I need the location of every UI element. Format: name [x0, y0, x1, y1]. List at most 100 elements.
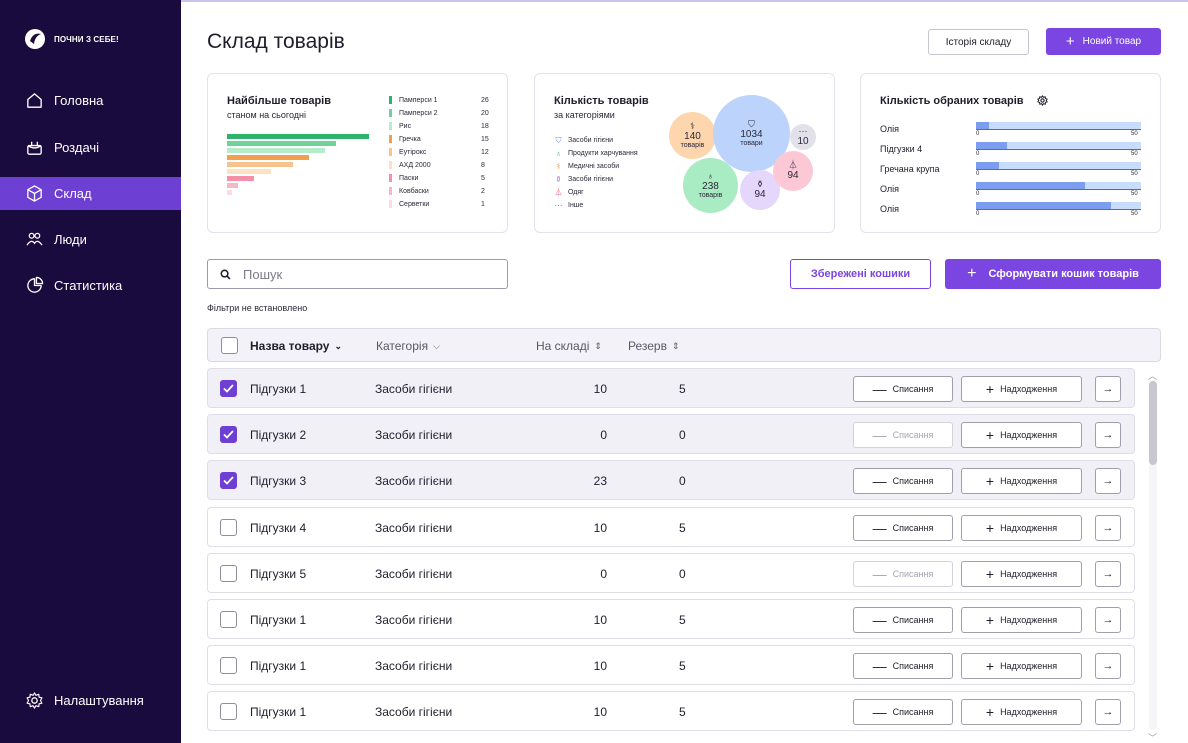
category-bubble-value: 140: [684, 131, 701, 142]
open-item-button[interactable]: →: [1095, 653, 1121, 680]
item-stock: 0: [600, 566, 607, 581]
open-item-button[interactable]: →: [1095, 514, 1121, 541]
item-category: Засоби гігієни: [375, 428, 453, 443]
table-row[interactable]: Підгузки 1 Засоби гігієни 10 5 — Списання + Над…: [207, 645, 1135, 686]
legend-value: 15: [481, 135, 489, 143]
row-checkbox[interactable]: [220, 657, 237, 675]
open-item-button[interactable]: →: [1095, 560, 1121, 587]
table-row[interactable]: Підгузки 5 Засоби гігієни 0 0 — Списання + Надх…: [207, 552, 1135, 593]
sidebar-item-statistics[interactable]: Статистика: [0, 269, 181, 302]
writeoff-button[interactable]: — Списання: [853, 607, 953, 633]
axis-max-label: 50: [1131, 171, 1138, 177]
open-item-button[interactable]: →: [1095, 422, 1121, 449]
open-item-button[interactable]: →: [1095, 607, 1121, 633]
minus-icon: —: [872, 612, 887, 628]
brand-logo[interactable]: ПОЧНИ З СЕБЕ!: [24, 28, 119, 50]
category-bubble[interactable]: ··· 10: [790, 124, 816, 150]
writeoff-button[interactable]: — Списання: [853, 514, 953, 541]
category-bubble-value: 10: [797, 136, 809, 147]
bar: [227, 141, 336, 146]
plus-icon: +: [985, 473, 995, 490]
category-label: Одяг: [568, 188, 584, 196]
column-category-header[interactable]: Категорія ⌵: [376, 339, 440, 353]
open-item-button[interactable]: →: [1095, 376, 1121, 402]
axis-min-label: 0: [976, 211, 980, 217]
table-row[interactable]: Підгузки 4 Засоби гігієни 10 5 — Списання + Над…: [207, 506, 1135, 547]
row-checkbox[interactable]: [220, 564, 237, 582]
item-reserve: 0: [679, 474, 686, 489]
legend-value: 2: [481, 187, 485, 195]
sidebar-item-people[interactable]: Люди: [0, 223, 181, 256]
row-checkbox[interactable]: [220, 380, 237, 397]
legend-label: Паски: [399, 174, 419, 182]
top-items-card: Найбільше товарів станом на сьогодні Пам…: [207, 73, 508, 233]
axis-min-label: 0: [976, 131, 980, 137]
row-checkbox[interactable]: [220, 472, 237, 490]
item-stock: 10: [593, 520, 607, 535]
row-checkbox[interactable]: [220, 426, 237, 444]
new-item-button[interactable]: + Новий товар: [1046, 28, 1161, 55]
open-item-button[interactable]: →: [1095, 468, 1121, 495]
gear-icon: [26, 692, 43, 709]
warehouse-history-button[interactable]: Історія складу: [928, 29, 1029, 55]
writeoff-button[interactable]: — Списання: [853, 653, 953, 680]
category-bubble[interactable]: ⚕ 140 товарів: [669, 112, 716, 159]
scroll-down-icon[interactable]: ﹀: [1148, 731, 1157, 743]
column-reserve-header[interactable]: Резерв ⇕: [628, 339, 680, 353]
row-checkbox[interactable]: [220, 611, 237, 628]
item-stock: 23: [593, 474, 607, 489]
saved-carts-button[interactable]: Збережені кошики: [790, 259, 931, 289]
open-item-button[interactable]: →: [1095, 699, 1121, 726]
receipt-button[interactable]: + Надходження: [961, 699, 1082, 726]
receipt-button[interactable]: + Надходження: [961, 560, 1082, 587]
receipt-button[interactable]: + Надходження: [961, 468, 1082, 495]
receipt-button[interactable]: + Надходження: [961, 376, 1082, 402]
axis-max-label: 50: [1131, 191, 1138, 197]
table-row[interactable]: Підгузки 3 Засоби гігієни 23 0 — Списання + Над…: [207, 460, 1135, 501]
search-input[interactable]: [243, 266, 483, 282]
table-row[interactable]: Підгузки 1 Засоби гігієни 10 5 — Списання + Над…: [207, 691, 1135, 732]
legend-value: 20: [481, 109, 489, 117]
table-row[interactable]: Підгузки 1 Засоби гігієни 10 5 — Списання + Над…: [207, 599, 1135, 639]
column-stock-header[interactable]: На складі ⇕: [536, 339, 602, 353]
writeoff-button[interactable]: — Списання: [853, 560, 953, 587]
writeoff-button[interactable]: — Списання: [853, 699, 953, 726]
item-stock: 0: [600, 428, 607, 443]
writeoff-button[interactable]: — Списання: [853, 422, 953, 449]
row-checkbox[interactable]: [220, 703, 237, 721]
receipt-button[interactable]: + Надходження: [961, 514, 1082, 541]
item-reserve: 0: [679, 428, 686, 443]
sidebar-item-home[interactable]: Головна: [0, 84, 181, 117]
table-row[interactable]: Підгузки 2 Засоби гігієни 0 0 — Списання + Надх…: [207, 414, 1135, 455]
item-name: Підгузки 2: [250, 428, 307, 443]
category-bubble-label: товарів: [698, 192, 723, 199]
form-cart-button[interactable]: + Сформувати кошик товарів: [945, 259, 1161, 289]
category-bubble-value: 94: [754, 189, 766, 200]
sidebar-item-distributions[interactable]: Роздачі: [0, 131, 181, 164]
table-row[interactable]: Підгузки 1 Засоби гігієни 10 5 — Списання + Над…: [207, 368, 1135, 408]
selected-item-name: Олія: [880, 184, 900, 194]
category-bubble[interactable]: ⏃ 94: [773, 151, 813, 191]
row-checkbox[interactable]: [220, 518, 237, 536]
receipt-button[interactable]: + Надходження: [961, 607, 1082, 633]
category-legend-item: ⛉ Засоби гігієни: [554, 134, 614, 146]
category-bubble-icon: ♁: [707, 171, 714, 181]
writeoff-button[interactable]: — Списання: [853, 468, 953, 495]
sidebar-item-warehouse[interactable]: Склад: [0, 177, 181, 210]
category-bubble-icon: ⏃: [788, 160, 798, 170]
writeoff-button[interactable]: — Списання: [853, 376, 953, 402]
sidebar-item-settings[interactable]: Налаштування: [0, 684, 181, 717]
select-all-checkbox[interactable]: [221, 337, 238, 354]
arrow-right-icon: →: [1102, 567, 1114, 580]
gear-icon[interactable]: [1037, 95, 1048, 106]
axis-line: [976, 189, 1141, 190]
search-box[interactable]: [207, 259, 508, 289]
receipt-button[interactable]: + Надходження: [961, 422, 1082, 449]
scrollbar-thumb[interactable]: [1149, 381, 1157, 465]
category-bubble[interactable]: ♁ 238 товарів: [683, 158, 738, 213]
card-title: Найбільше товарів: [227, 95, 332, 107]
receipt-button[interactable]: + Надходження: [961, 653, 1082, 680]
category-bubble-icon: ···: [798, 126, 808, 136]
legend-item: Еутірокс 12: [389, 146, 489, 158]
column-name-header[interactable]: Назва товару ⌄: [250, 339, 342, 353]
